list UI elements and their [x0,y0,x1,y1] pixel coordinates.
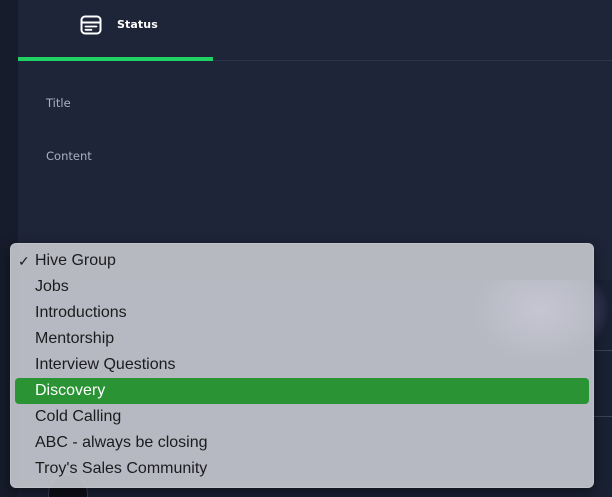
menu-item-abc-always-be-closing[interactable]: ABC - always be closing [15,430,589,456]
group-select-menu: ✓ Hive Group Jobs Introductions Mentorsh… [10,243,594,488]
content-input[interactable]: Content [46,149,92,163]
divider [592,416,612,417]
tab-status[interactable]: Status [18,0,213,61]
post-composer: Status Title Content [18,0,612,280]
menu-item-label: Cold Calling [35,408,122,425]
menu-item-mentorship[interactable]: Mentorship [15,326,589,352]
status-card-icon [80,15,102,35]
checkmark-icon: ✓ [18,253,30,269]
menu-item-label: Hive Group [35,252,116,269]
menu-item-label: Troy's Sales Community [35,460,208,477]
menu-item-jobs[interactable]: Jobs [15,274,589,300]
menu-item-label: Discovery [35,382,106,399]
menu-item-cold-calling[interactable]: Cold Calling [15,404,589,430]
divider [592,350,612,351]
menu-item-discovery[interactable]: Discovery [15,378,589,404]
menu-item-label: Mentorship [35,330,115,347]
menu-item-label: Introductions [35,304,127,321]
menu-item-troys-sales-community[interactable]: Troy's Sales Community [15,456,589,482]
menu-item-label: Interview Questions [35,356,176,373]
tab-status-label: Status [117,18,158,31]
app-window: Status Title Content ✓ Hive Group Jobs I… [0,0,612,497]
menu-item-introductions[interactable]: Introductions [15,300,589,326]
active-tab-indicator [18,57,213,61]
composer-tab-bar: Status [18,0,612,61]
menu-item-hive-group[interactable]: ✓ Hive Group [15,248,589,274]
title-input[interactable]: Title [46,96,71,110]
menu-item-label: ABC - always be closing [35,434,208,451]
menu-item-interview-questions[interactable]: Interview Questions [15,352,589,378]
menu-item-label: Jobs [35,278,69,295]
